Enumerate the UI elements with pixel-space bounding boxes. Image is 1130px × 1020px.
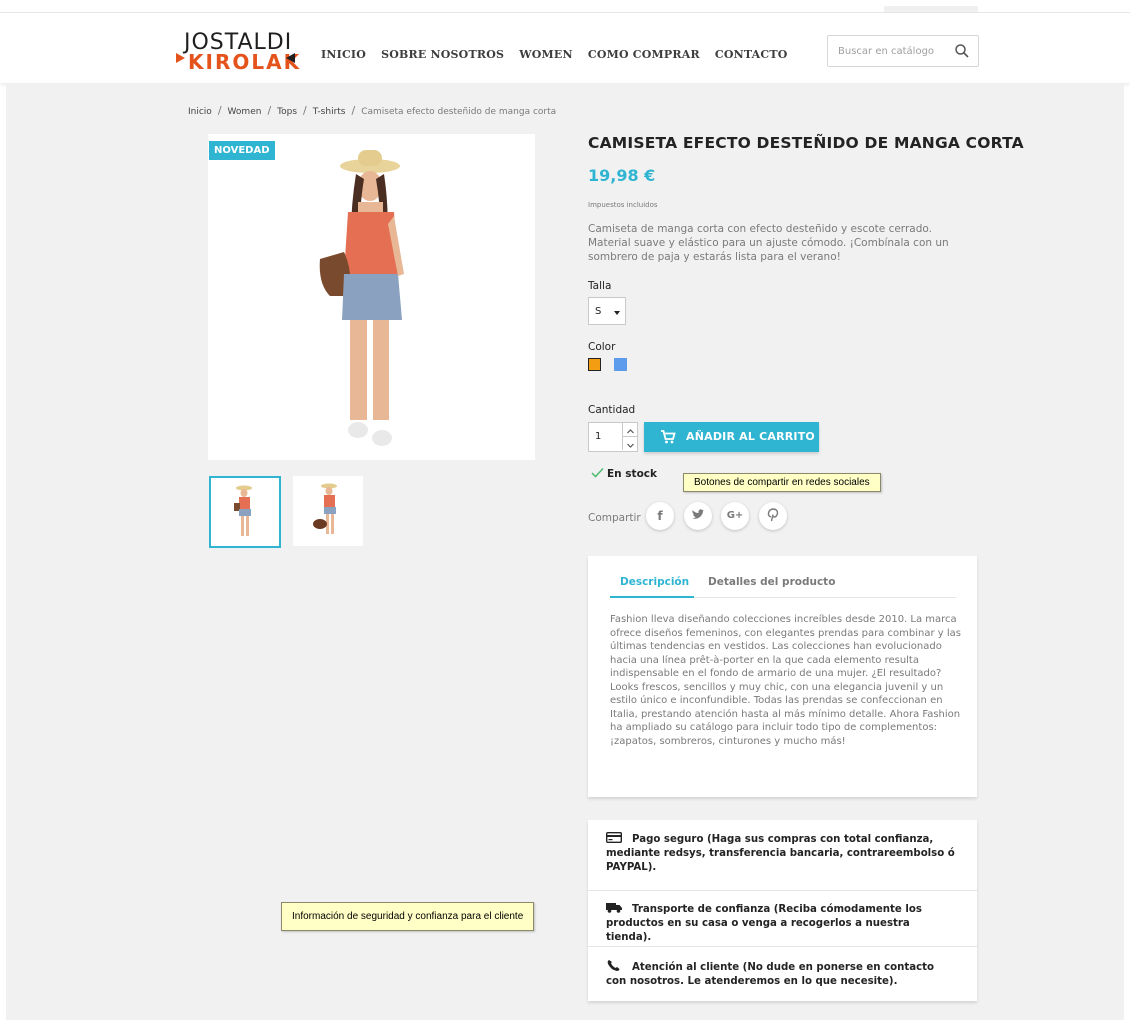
check-icon [591, 467, 604, 478]
logo-arrow-right [286, 53, 295, 63]
new-badge: NOVEDAD [209, 141, 275, 160]
truck-icon [606, 903, 622, 913]
phone-icon [607, 960, 620, 971]
nav-item-women[interactable]: WOMEN [519, 48, 573, 61]
thumbnail-2-image [313, 483, 337, 534]
breadcrumb-link-tops[interactable]: Tops [277, 107, 297, 117]
reassurance-shipping-text: Transporte de confianza (Reciba cómodame… [606, 904, 922, 943]
reassurance-block: Pago seguro (Haga sus compras con total … [588, 820, 977, 1001]
breadcrumb-link-women[interactable]: Women [228, 107, 262, 117]
nav-item-inicio[interactable]: INICIO [321, 48, 366, 61]
tax-note: Impuestos incluidos [588, 201, 658, 209]
chevron-down-icon [614, 311, 620, 315]
quantity-value: 1 [595, 431, 602, 442]
quantity-increase-button[interactable] [622, 423, 638, 437]
site-header: JOSTALDI KIROLAK INICIO SOBRE NOSOTROS W… [0, 13, 1130, 83]
size-select-value: S [595, 306, 602, 317]
reassurance-payment-text: Pago seguro (Haga sus compras con total … [606, 834, 955, 873]
size-label: Talla [588, 280, 612, 292]
add-to-cart-button[interactable]: AÑADIR AL CARRITO [644, 422, 819, 452]
pinterest-p-icon [767, 508, 779, 522]
product-title: CAMISETA EFECTO DESTEÑIDO DE MANGA CORTA [588, 134, 1024, 152]
breadcrumb-link-tshirts[interactable]: T-shirts [313, 107, 346, 117]
add-to-cart-label: AÑADIR AL CARRITO [686, 430, 815, 443]
reassurance-shipping: Transporte de confianza (Reciba cómodame… [588, 890, 977, 947]
tab-descripcion[interactable]: Descripción [620, 576, 689, 588]
nav-item-como-comprar[interactable]: COMO COMPRAR [588, 48, 700, 61]
stock-status: En stock [591, 467, 657, 480]
reassurance-payment: Pago seguro (Haga sus compras con total … [588, 820, 977, 891]
color-swatch-blue[interactable] [614, 358, 627, 371]
color-swatch-orange[interactable] [588, 358, 601, 371]
stock-label: En stock [607, 468, 657, 480]
top-bar-tab [884, 6, 978, 12]
product-short-description: Camiseta de manga corta con efecto deste… [588, 223, 949, 263]
reassurance-support: Atención al cliente (No dude en ponerse … [588, 946, 977, 1001]
quantity-stepper[interactable]: 1 [588, 422, 638, 452]
logo-line-2: KIROLAK [188, 50, 302, 74]
nav-item-contacto[interactable]: CONTACTO [715, 48, 788, 61]
product-main-image[interactable] [208, 134, 535, 460]
facebook-icon[interactable]: f [646, 502, 674, 530]
quantity-decrease-button[interactable] [622, 437, 638, 450]
social-tooltip: Botones de compartir en redes sociales [683, 473, 881, 492]
breadcrumb: Inicio / Women / Tops / T-shirts / Camiseta efec… [188, 104, 557, 117]
size-select[interactable]: S [588, 297, 626, 325]
share-label: Compartir [588, 512, 641, 524]
google-plus-icon[interactable]: G+ [721, 502, 749, 530]
tab-description-text: Fashion lleva diseñando colecciones incr… [610, 614, 961, 747]
reassurance-tooltip: Información de seguridad y confianza par… [281, 902, 535, 931]
site-logo[interactable]: JOSTALDI KIROLAK [176, 31, 299, 73]
thumbnail-1-image [234, 485, 252, 536]
tab-detalles[interactable]: Detalles del producto [708, 576, 835, 588]
search-box [827, 35, 979, 67]
pinterest-icon[interactable] [759, 502, 787, 530]
twitter-bird-icon [692, 509, 705, 519]
breadcrumb-current: Camiseta efecto desteñido de manga corta [361, 107, 557, 117]
thumbnail-2[interactable] [293, 476, 363, 546]
active-tab-underline [610, 596, 694, 598]
nav-item-sobre-nosotros[interactable]: SOBRE NOSOTROS [381, 48, 504, 61]
quantity-label: Cantidad [588, 404, 636, 416]
product-price: 19,98 € [588, 166, 656, 185]
color-label: Color [588, 341, 616, 353]
search-icon[interactable] [954, 43, 970, 59]
main-nav: INICIO SOBRE NOSOTROS WOMEN COMO COMPRAR… [321, 43, 798, 63]
breadcrumb-link-inicio[interactable]: Inicio [188, 107, 212, 117]
thumbnail-1[interactable] [209, 476, 281, 548]
product-tabs: Descripción Detalles del producto Fashio… [588, 556, 977, 797]
credit-card-icon [606, 832, 622, 843]
reassurance-support-text: Atención al cliente (No dude en ponerse … [606, 962, 935, 987]
chevron-down-icon [627, 443, 634, 448]
search-input[interactable] [836, 42, 950, 60]
product-photo [319, 150, 404, 446]
top-bar [0, 0, 1130, 13]
cart-icon [661, 430, 676, 444]
twitter-icon[interactable] [684, 502, 712, 530]
